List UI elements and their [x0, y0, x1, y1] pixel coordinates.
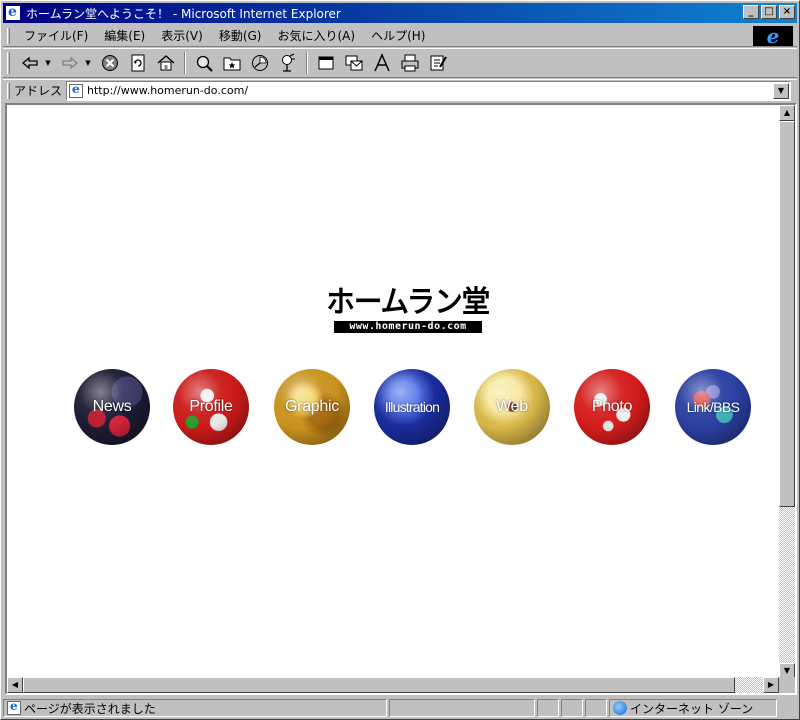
horizontal-scrollbar[interactable]: ◀ ▶ — [7, 677, 779, 693]
forward-button[interactable] — [58, 51, 82, 75]
page-viewport: ホームラン堂 www.homerun-do.com News Profile G… — [7, 105, 779, 679]
status-zone: インターネット ゾーン — [630, 701, 754, 716]
vertical-scroll-thumb[interactable] — [779, 121, 795, 507]
window-controls: _ □ × — [741, 5, 795, 19]
channels-icon — [282, 53, 295, 72]
address-dropdown-button[interactable]: ▼ — [773, 82, 789, 99]
search-button[interactable] — [192, 51, 216, 75]
nav-illustration-label: Illustration — [384, 399, 440, 415]
toolbar-grip[interactable] — [7, 52, 10, 74]
ie-logo-icon: e — [766, 24, 780, 48]
menu-edit[interactable]: 編集(E) — [96, 27, 153, 45]
back-arrow-icon — [21, 56, 38, 70]
channels-button[interactable] — [276, 51, 300, 75]
print-icon — [401, 54, 419, 72]
scrollbar-corner — [779, 677, 795, 693]
window-title: ホームラン堂へようこそ！ - Microsoft Internet Explor… — [26, 6, 341, 21]
status-zone-panel: インターネット ゾーン — [609, 699, 777, 717]
edit-button[interactable] — [426, 51, 450, 75]
internet-zone-icon — [613, 701, 627, 715]
nav-web-label: Web — [496, 398, 528, 415]
scroll-left-button[interactable]: ◀ — [7, 677, 23, 693]
menu-view[interactable]: 表示(V) — [153, 27, 211, 45]
address-grip[interactable] — [7, 82, 10, 99]
favorites-folder-icon — [223, 57, 241, 71]
mail-button[interactable] — [342, 51, 366, 75]
title-bar: ホームラン堂へようこそ！ - Microsoft Internet Explor… — [3, 3, 797, 23]
back-dropdown[interactable]: ▼ — [44, 51, 52, 75]
nav-web-ball[interactable]: Web — [474, 369, 550, 445]
menu-file[interactable]: ファイル(F) — [16, 27, 96, 45]
menu-favorites[interactable]: お気に入り(A) — [269, 27, 363, 45]
status-message: ページが表示されました — [24, 701, 156, 716]
mail-icon — [345, 55, 363, 71]
history-icon — [252, 55, 268, 71]
scroll-right-button[interactable]: ▶ — [763, 677, 779, 693]
maximize-button[interactable]: □ — [761, 5, 777, 19]
minimize-button[interactable]: _ — [743, 5, 759, 19]
status-bar: ページが表示されました インターネット ゾーン — [3, 698, 797, 718]
scroll-up-button[interactable]: ▲ — [779, 105, 795, 121]
menu-help[interactable]: ヘルプ(H) — [363, 27, 433, 45]
nav-graphic-label: Graphic — [285, 398, 339, 415]
home-icon — [157, 55, 175, 71]
menu-go[interactable]: 移動(G) — [211, 27, 270, 45]
print-button[interactable] — [398, 51, 422, 75]
nav-news-label: News — [92, 398, 132, 415]
status-panel-empty — [389, 699, 535, 717]
nav-balls: News Profile Graphic Illustration Web Ph… — [7, 369, 779, 449]
status-page-icon — [7, 700, 21, 715]
back-button[interactable] — [18, 51, 42, 75]
refresh-button[interactable] — [126, 51, 150, 75]
toolbar-separator — [184, 52, 186, 74]
nav-graphic-ball[interactable]: Graphic — [274, 369, 350, 445]
nav-photo-label: Photo — [591, 398, 633, 415]
favorites-button[interactable] — [220, 51, 244, 75]
status-panel-small — [561, 699, 583, 717]
forward-arrow-icon — [62, 56, 79, 70]
edit-page-icon — [430, 55, 447, 71]
toolbar: ▼ ▼ — [3, 48, 797, 78]
address-bar: アドレス ▼ — [3, 79, 797, 101]
ie-page-icon — [5, 4, 21, 21]
refresh-icon — [131, 54, 145, 72]
logo-title: ホームラン堂 — [326, 285, 490, 320]
browser-window: ホームラン堂へようこそ！ - Microsoft Internet Explor… — [0, 0, 800, 720]
nav-news-ball[interactable]: News — [74, 369, 150, 445]
page-icon — [69, 82, 84, 98]
menu-grip[interactable] — [7, 27, 10, 44]
vertical-scrollbar[interactable]: ▲ ▼ — [779, 105, 795, 679]
search-icon — [196, 55, 213, 72]
home-button[interactable] — [154, 51, 178, 75]
status-panel-small — [585, 699, 607, 717]
nav-linkbbs-label: Link/BBS — [686, 399, 740, 415]
toolbar-separator — [306, 52, 308, 74]
nav-profile-label: Profile — [189, 398, 233, 415]
close-button[interactable]: × — [779, 5, 795, 19]
site-logo: ホームラン堂 www.homerun-do.com — [326, 285, 490, 333]
stop-icon — [102, 55, 118, 71]
nav-profile-ball[interactable]: Profile — [173, 369, 249, 445]
status-message-panel: ページが表示されました — [3, 699, 387, 717]
font-size-button[interactable] — [370, 51, 394, 75]
horizontal-scroll-thumb[interactable] — [23, 677, 735, 693]
nav-linkbbs-ball[interactable]: Link/BBS — [675, 369, 751, 445]
content-frame: ホームラン堂 www.homerun-do.com News Profile G… — [5, 103, 797, 695]
ie-logo: e — [753, 26, 793, 46]
address-box: ▼ — [66, 80, 791, 101]
status-panel-small — [537, 699, 559, 717]
forward-dropdown[interactable]: ▼ — [84, 51, 92, 75]
menu-bar: ファイル(F) 編集(E) 表示(V) 移動(G) お気に入り(A) ヘルプ(H… — [3, 25, 797, 47]
fullscreen-button[interactable] — [314, 51, 338, 75]
history-button[interactable] — [248, 51, 272, 75]
address-input[interactable] — [87, 82, 773, 99]
stop-button[interactable] — [98, 51, 122, 75]
nav-photo-ball[interactable]: Photo — [574, 369, 650, 445]
address-label: アドレス — [14, 84, 63, 98]
font-size-icon — [374, 53, 390, 72]
nav-illustration-ball[interactable]: Illustration — [374, 369, 450, 445]
fullscreen-icon — [318, 56, 334, 70]
logo-url: www.homerun-do.com — [334, 321, 482, 333]
